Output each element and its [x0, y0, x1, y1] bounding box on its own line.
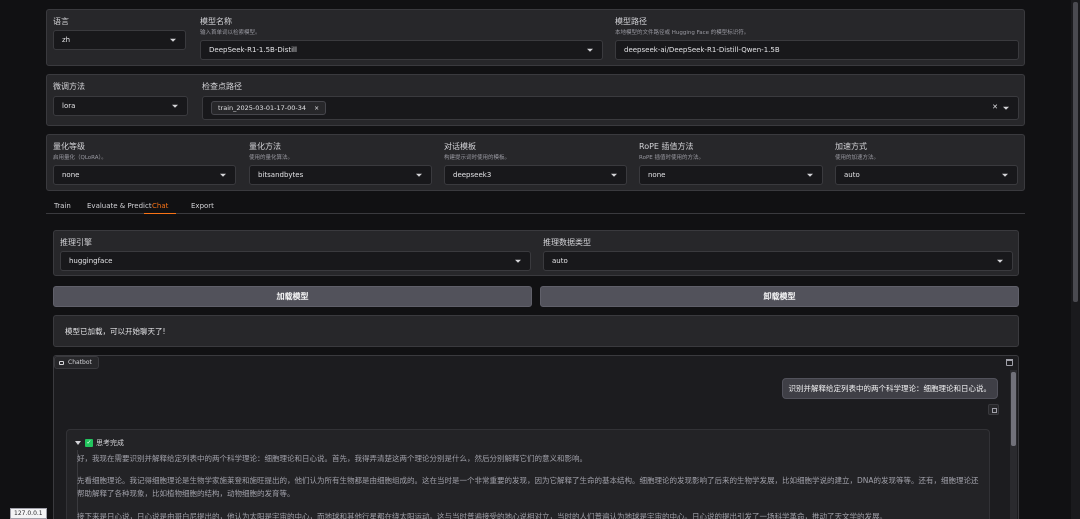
chat-scrollbar-thumb[interactable]	[1011, 372, 1016, 446]
chevron-down-icon	[997, 259, 1003, 263]
checkpoint-select[interactable]: train_2025-03-01-17-00-34 × ✕	[202, 96, 1019, 120]
model-config-panel: 语言 zh 模型名称 输入首单词以检索模型。 DeepSeek-R1-1.5B-…	[46, 9, 1025, 66]
infer-backend-value: huggingface	[69, 257, 113, 265]
infer-dtype-value: auto	[552, 257, 568, 265]
tab-export[interactable]: Export	[191, 198, 214, 214]
template-select[interactable]: deepseek3	[444, 165, 627, 185]
inference-panel: 推理引擎 huggingface 推理数据类型 auto	[53, 230, 1019, 276]
thinking-paragraph-3: 接下来是日心说，日心说是由哥白尼提出的，他认为太阳是宇宙的中心，而地球和其他行星…	[77, 512, 887, 519]
tab-train[interactable]: Train	[54, 198, 71, 214]
template-label: 对话模板	[444, 142, 476, 151]
chevron-down-icon	[416, 173, 422, 177]
page: 语言 zh 模型名称 输入首单词以检索模型。 DeepSeek-R1-1.5B-…	[0, 0, 1080, 519]
quant-bit-select[interactable]: none	[53, 165, 236, 185]
user-message-text: 识别并解释给定列表中的两个科学理论：细胞理论和日心说。	[788, 384, 992, 393]
quant-bit-value: none	[62, 171, 80, 179]
chip-close-icon[interactable]: ×	[314, 105, 319, 112]
quant-method-label: 量化方法	[249, 142, 281, 151]
chevron-down-icon	[220, 173, 226, 177]
finetune-method-label: 微调方法	[53, 82, 85, 91]
lang-label: 语言	[53, 17, 69, 26]
chatbot-label: Chatbot	[68, 359, 92, 366]
chatbot-label-badge: Chatbot	[54, 356, 99, 369]
booster-label: 加速方式	[835, 142, 867, 151]
checkpoint-label: 检查点路径	[202, 82, 242, 91]
model-name-label: 模型名称	[200, 17, 232, 26]
quant-bit-hint: 启用量化（QLoRA）。	[53, 155, 107, 161]
chevron-down-icon	[807, 173, 813, 177]
template-value: deepseek3	[453, 171, 492, 179]
copy-icon[interactable]	[988, 404, 999, 415]
infer-dtype-label: 推理数据类型	[543, 238, 591, 247]
checkpoint-chip-label: train_2025-03-01-17-00-34	[218, 104, 307, 112]
quant-method-select[interactable]: bitsandbytes	[249, 165, 432, 185]
info-box: 模型已加载，可以开始聊天了!	[53, 315, 1019, 347]
chevron-down-icon	[170, 38, 176, 42]
page-scrollbar-thumb[interactable]	[1073, 2, 1078, 302]
quant-bit-label: 量化等级	[53, 142, 85, 151]
tab-chat[interactable]: Chat	[144, 198, 177, 214]
lang-value: zh	[62, 36, 71, 44]
unload-model-button[interactable]: 卸载模型	[540, 286, 1019, 307]
chevron-down-icon	[587, 48, 593, 52]
booster-select[interactable]: auto	[835, 165, 1018, 185]
model-path-label: 模型路径	[615, 17, 647, 26]
chevron-down-icon	[611, 173, 617, 177]
advanced-config-panel: 量化等级 启用量化（QLoRA）。 none 量化方法 使用的量化算法。 bit…	[46, 134, 1025, 191]
chat-bubble-icon	[59, 360, 64, 365]
rope-label: RoPE 插值方法	[639, 142, 694, 151]
load-model-button[interactable]: 加载模型	[53, 286, 532, 307]
copy-icon-glyph	[992, 408, 997, 413]
page-scrollbar[interactable]	[1071, 0, 1080, 519]
url-badge: 127.0.0.1	[10, 508, 47, 519]
chat-scrollbar[interactable]	[1010, 370, 1017, 519]
finetune-panel: 微调方法 lora 检查点路径 train_2025-03-01-17-00-3…	[46, 74, 1025, 126]
triangle-down-icon	[75, 441, 81, 445]
chevron-down-icon	[515, 259, 521, 263]
model-name-hint: 输入首单词以检索模型。	[200, 30, 261, 36]
trash-icon[interactable]	[1006, 359, 1013, 366]
infer-backend-select[interactable]: huggingface	[60, 251, 531, 271]
rope-hint: RoPE 插值时使用的方法。	[639, 155, 704, 161]
user-message: 识别并解释给定列表中的两个科学理论：细胞理论和日心说。	[781, 378, 998, 399]
rope-value: none	[648, 171, 666, 179]
infer-dtype-select[interactable]: auto	[543, 251, 1013, 271]
rope-select[interactable]: none	[639, 165, 823, 185]
info-text: 模型已加载，可以开始聊天了!	[65, 327, 166, 336]
thinking-paragraph-2: 先看细胞理论。我记得细胞理论是生物学家施莱登和施旺提出的，他们认为所有生物都是由…	[77, 476, 979, 498]
lang-select[interactable]: zh	[53, 30, 186, 50]
quant-method-hint: 使用的量化算法。	[249, 155, 294, 161]
quant-method-value: bitsandbytes	[258, 171, 304, 179]
chatbot-panel: Chatbot 识别并解释给定列表中的两个科学理论：细胞理论和日心说。 ✓ 思考…	[53, 355, 1019, 519]
infer-backend-label: 推理引擎	[60, 238, 92, 247]
template-hint: 构建提示词时使用的模板。	[444, 155, 511, 161]
booster-hint: 使用的加速方法。	[835, 155, 880, 161]
chevron-down-icon	[172, 104, 178, 108]
tab-evaluate-predict[interactable]: Evaluate & Predict	[87, 198, 152, 214]
finetune-method-select[interactable]: lora	[53, 96, 188, 116]
finetune-method-value: lora	[62, 102, 76, 110]
model-path-value: deepseek-ai/DeepSeek-R1-Distill-Qwen-1.5…	[624, 46, 780, 54]
chevron-down-icon	[1003, 106, 1009, 110]
model-path-hint: 本地模型的文件路径或 Hugging Face 的模型标识符。	[615, 30, 750, 36]
clear-icon[interactable]: ✕	[992, 103, 998, 111]
check-icon: ✓	[85, 439, 93, 447]
checkpoint-chip[interactable]: train_2025-03-01-17-00-34 ×	[211, 101, 327, 115]
chevron-down-icon	[1002, 173, 1008, 177]
model-name-value: DeepSeek-R1-1.5B-Distill	[209, 46, 297, 54]
thinking-title: 思考完成	[96, 439, 124, 447]
booster-value: auto	[844, 171, 860, 179]
thinking-header[interactable]: ✓ 思考完成	[75, 438, 124, 448]
model-name-select[interactable]: DeepSeek-R1-1.5B-Distill	[200, 40, 603, 60]
model-path-input[interactable]: deepseek-ai/DeepSeek-R1-Distill-Qwen-1.5…	[615, 40, 1019, 60]
bot-message: ✓ 思考完成 好，我现在需要识别并解释给定列表中的两个科学理论：细胞理论和日心说…	[66, 429, 990, 519]
thinking-paragraph-1: 好，我现在需要识别并解释给定列表中的两个科学理论：细胞理论和日心说。首先，我得弄…	[77, 454, 587, 463]
